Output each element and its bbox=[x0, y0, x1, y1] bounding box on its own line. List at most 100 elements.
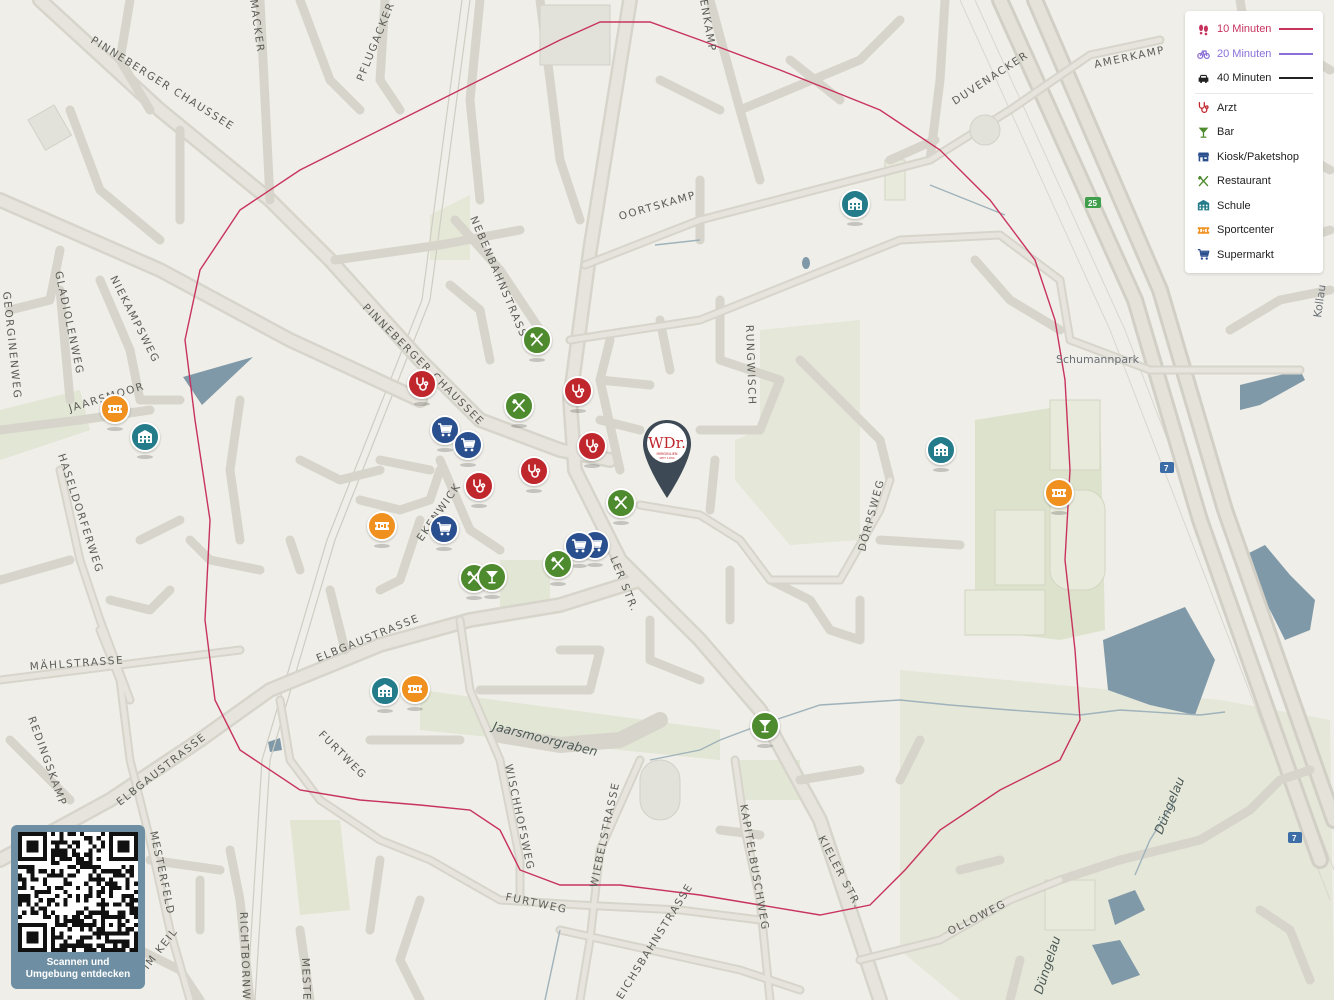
stethoscope-icon bbox=[526, 463, 542, 479]
school-icon bbox=[1195, 198, 1211, 214]
kiosk-icon bbox=[1195, 149, 1211, 165]
marker-shadow bbox=[437, 448, 453, 452]
legend-divider bbox=[1195, 92, 1313, 94]
poi-marker-schule[interactable] bbox=[130, 422, 160, 460]
poi-marker-supermarkt[interactable] bbox=[453, 430, 483, 468]
legend-category-kiosk-paketshop[interactable]: Kiosk/Paketshop bbox=[1195, 145, 1313, 170]
poi-marker-arzt[interactable] bbox=[464, 471, 494, 509]
marker-shadow bbox=[407, 707, 423, 711]
ticket-icon bbox=[407, 681, 423, 697]
home-logo-sub2: SEIT 1930 bbox=[659, 456, 674, 460]
poi-marker-bar[interactable] bbox=[477, 562, 507, 600]
legend-category-supermarkt[interactable]: Supermarkt bbox=[1195, 243, 1313, 268]
poi-marker-restaurant[interactable] bbox=[543, 549, 573, 587]
marker-shadow bbox=[137, 455, 153, 459]
legend-label: Arzt bbox=[1217, 101, 1237, 114]
qr-code-panel[interactable]: Scannen und Umgebung entdecken bbox=[11, 825, 145, 989]
legend-label: Bar bbox=[1217, 126, 1235, 139]
poi-marker-restaurant[interactable] bbox=[504, 391, 534, 429]
stethoscope-icon bbox=[414, 376, 430, 392]
route-label: 7 bbox=[1292, 834, 1297, 843]
property-location-marker[interactable]: WDr. IMMOBILIEN SEIT 1930 bbox=[641, 418, 693, 500]
cutlery-icon bbox=[613, 495, 629, 511]
legend-isochrone-walk[interactable]: 10 Minuten bbox=[1195, 17, 1313, 42]
cocktail-icon bbox=[484, 569, 500, 585]
marker-shadow bbox=[526, 489, 542, 493]
marker-shadow bbox=[374, 544, 390, 548]
school-icon bbox=[377, 683, 393, 699]
legend-isochrone-car[interactable]: 40 Minuten bbox=[1195, 66, 1313, 91]
legend-category-restaurant[interactable]: Restaurant bbox=[1195, 169, 1313, 194]
marker-shadow bbox=[613, 521, 629, 525]
cart-icon bbox=[436, 521, 452, 537]
legend-line bbox=[1279, 28, 1313, 31]
cutlery-icon bbox=[550, 556, 566, 572]
cutlery-icon bbox=[511, 398, 527, 414]
poi-marker-arzt[interactable] bbox=[519, 456, 549, 494]
marker-shadow bbox=[1051, 511, 1067, 515]
marker-shadow bbox=[570, 409, 586, 413]
marker-shadow bbox=[550, 582, 566, 586]
qr-caption-line1: Scannen und bbox=[46, 957, 110, 968]
marker-shadow bbox=[460, 463, 476, 467]
marker-shadow bbox=[847, 222, 863, 226]
marker-shadow bbox=[571, 564, 587, 568]
poi-marker-arzt[interactable] bbox=[563, 376, 593, 414]
cutlery-icon bbox=[529, 332, 545, 348]
marker-shadow bbox=[757, 744, 773, 748]
poi-marker-arzt[interactable] bbox=[577, 431, 607, 469]
route-label: 7 bbox=[1164, 464, 1169, 473]
school-icon bbox=[137, 429, 153, 445]
qr-caption-line2: Umgebung entdecken bbox=[25, 969, 131, 980]
stethoscope-icon bbox=[584, 438, 600, 454]
poi-marker-restaurant[interactable] bbox=[606, 488, 636, 526]
cart-icon bbox=[571, 538, 587, 554]
legend-label: Schule bbox=[1217, 199, 1251, 212]
route-label: 25 bbox=[1088, 199, 1097, 208]
poi-marker-supermarkt[interactable] bbox=[429, 514, 459, 552]
marker-shadow bbox=[511, 424, 527, 428]
poi-marker-restaurant[interactable] bbox=[522, 325, 552, 363]
marker-shadow bbox=[529, 358, 545, 362]
legend-label: 10 Minuten bbox=[1217, 23, 1272, 36]
cocktail-icon bbox=[1195, 124, 1211, 140]
poi-marker-sportcenter[interactable] bbox=[400, 674, 430, 712]
legend-category-schule[interactable]: Schule bbox=[1195, 194, 1313, 219]
legend-category-bar[interactable]: Bar bbox=[1195, 120, 1313, 145]
legend-category-arzt[interactable]: Arzt bbox=[1195, 96, 1313, 121]
home-logo-text: WDr. bbox=[648, 434, 686, 452]
cart-icon bbox=[437, 422, 453, 438]
marker-shadow bbox=[584, 464, 600, 468]
marker-shadow bbox=[436, 547, 452, 551]
legend-categories: Arzt Bar Kiosk/Paketshop Restaurant Schule Sp… bbox=[1195, 96, 1313, 268]
ticket-icon bbox=[1195, 222, 1211, 238]
poi-marker-arzt[interactable] bbox=[407, 369, 437, 407]
cart-icon bbox=[460, 437, 476, 453]
poi-marker-sportcenter[interactable] bbox=[1044, 478, 1074, 516]
qr-caption: Scannen und Umgebung entdecken bbox=[11, 957, 145, 981]
bike-icon bbox=[1195, 46, 1211, 62]
legend-line bbox=[1279, 52, 1313, 55]
poi-marker-schule[interactable] bbox=[840, 189, 870, 227]
marker-shadow bbox=[414, 402, 430, 406]
poi-marker-sportcenter[interactable] bbox=[100, 394, 130, 432]
car-icon bbox=[1195, 70, 1211, 86]
cart-icon bbox=[1195, 247, 1211, 263]
marker-shadow bbox=[484, 595, 500, 599]
street-label: Meste bbox=[299, 958, 313, 1000]
school-icon bbox=[933, 442, 949, 458]
school-icon bbox=[847, 196, 863, 212]
poi-marker-sportcenter[interactable] bbox=[367, 511, 397, 549]
marker-shadow bbox=[107, 427, 123, 431]
legend-isochrone-bike[interactable]: 20 Minuten bbox=[1195, 42, 1313, 67]
ticket-icon bbox=[1051, 485, 1067, 501]
legend-category-sportcenter[interactable]: Sportcenter bbox=[1195, 218, 1313, 243]
poi-marker-bar[interactable] bbox=[750, 711, 780, 749]
stethoscope-icon bbox=[471, 478, 487, 494]
legend-label: Restaurant bbox=[1217, 175, 1271, 188]
poi-marker-schule[interactable] bbox=[370, 676, 400, 714]
legend-line bbox=[1279, 77, 1313, 80]
poi-marker-schule[interactable] bbox=[926, 435, 956, 473]
legend-label: 40 Minuten bbox=[1217, 72, 1272, 85]
map-canvas[interactable]: Pinneberger Chaussee Pinneberger Chausse… bbox=[0, 0, 1334, 1000]
